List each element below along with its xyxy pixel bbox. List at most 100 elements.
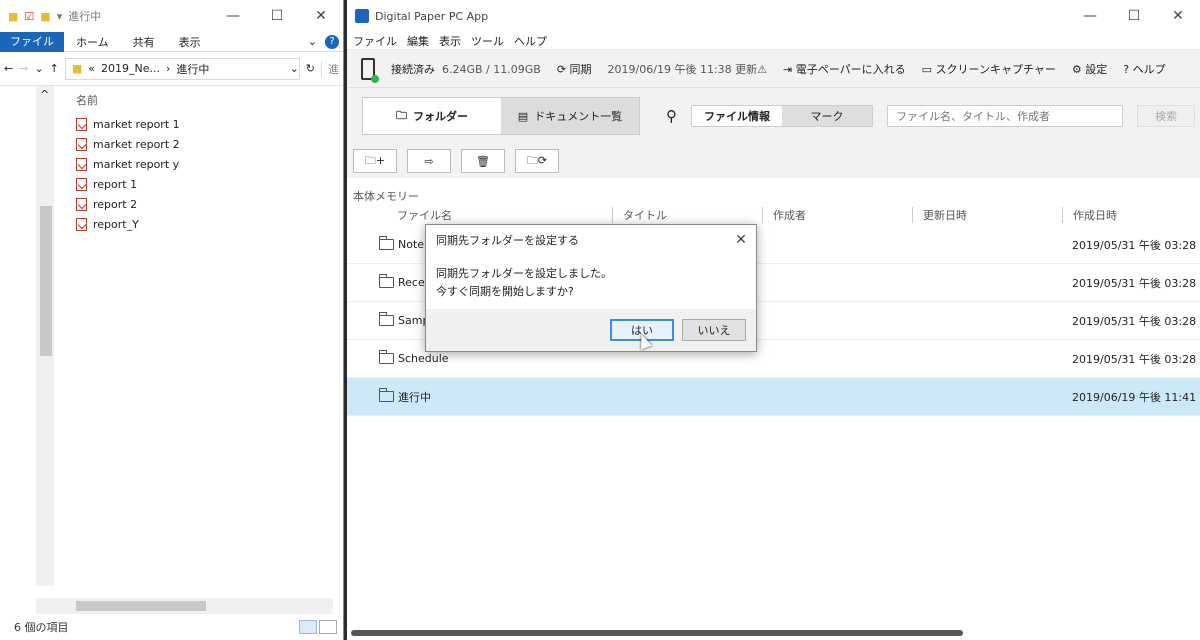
up-icon[interactable]: ↑ [50,62,59,75]
column-header-modified[interactable]: 更新日時 [912,207,1062,223]
chevron-down-icon[interactable]: ⌄ [308,35,317,48]
refresh-icon[interactable]: ↻ [306,62,315,75]
back-icon[interactable]: ← [4,62,13,75]
document-list-button[interactable]: ▤ ドキュメント一覧 [501,98,639,134]
app-icon [355,9,369,23]
scrollbar-thumb[interactable] [76,601,206,611]
dialog-message: 同期先フォルダーを設定しました。 今すぐ同期を開始しますか? [426,255,756,311]
tab-share[interactable]: 共有 [121,34,167,50]
menu-item[interactable]: 表示 [439,33,461,49]
tab-view[interactable]: 表示 [167,34,213,50]
sync-button[interactable]: ⟳ 同期 [557,61,592,77]
chevron-right-icon[interactable]: › [166,62,170,75]
pdf-icon [76,177,87,191]
no-button[interactable]: いいえ [682,319,746,341]
search-input[interactable]: 進 [321,60,339,77]
action-bar: 🗀+ ⇨ 🗑 🗀⟳ [347,144,1200,178]
file-name: market report y [93,157,180,171]
scrollbar-thumb[interactable] [40,206,52,356]
address-bar[interactable]: ■ « 2019_Ne... › 進行中 ⌄ [64,57,300,80]
breadcrumb-parent[interactable]: 2019_Ne... [101,62,160,75]
column-header-created[interactable]: 作成日時 [1062,207,1117,223]
item-count: 6 個の項目 [14,621,69,634]
ribbon: ファイル ホーム 共有 表示 ⌄ ? [0,31,343,52]
search-button[interactable]: 検索 [1137,105,1195,127]
created-date: 2019/05/31 午後 03:28 [1072,314,1197,328]
column-header-name[interactable]: 名前 [60,86,343,114]
tab-home[interactable]: ホーム [64,34,121,50]
menu-item[interactable]: 編集 [407,33,429,49]
export-button[interactable]: ⇨ [407,149,451,173]
file-item[interactable]: market report y [60,154,343,174]
minimize-button[interactable]: — [211,8,255,24]
created-date: 2019/05/31 午後 03:28 [1072,238,1197,252]
address-bar-row: ← → ⌄ ↑ ■ « 2019_Ne... › 進行中 ⌄ ↻ 進 [0,52,343,86]
menu-item[interactable]: ヘルプ [514,33,547,49]
file-name: market report 1 [93,117,180,131]
overflow-indicator[interactable]: « [88,62,95,75]
sync-icon: ⟳ [556,62,567,76]
file-item[interactable]: market report 1 [60,114,343,134]
screen-icon: ▭ [921,62,933,76]
help-icon[interactable]: ? [325,34,339,49]
column-header-title[interactable]: タイトル [612,207,762,223]
folder-view-button[interactable]: 🗀 フォルダー [363,98,501,134]
search-scope-toggle: ファイル情報 マーク [691,105,873,127]
navigation-pane-scrollbar[interactable]: ^ [36,86,54,586]
delete-button[interactable]: 🗑 [461,149,505,173]
sync-folder-icon: 🗀⟳ [526,153,548,167]
maximize-button[interactable]: ☐ [1112,8,1156,24]
file-item[interactable]: report 2 [60,194,343,214]
chevron-down-icon[interactable]: ⌄ [290,62,299,75]
file-item[interactable]: report_Y [60,214,343,234]
details-view-icon[interactable] [299,620,317,634]
tab-file-info[interactable]: ファイル情報 [692,106,782,126]
help-button[interactable]: ? ヘルプ [1123,61,1165,77]
send-to-device-button[interactable]: ⇥ 電子ペーパーに入れる [783,61,906,77]
file-item[interactable]: market report 2 [60,134,343,154]
pdf-icon [76,197,87,211]
tab-mark[interactable]: マーク [782,106,872,126]
folder-name: Recei [398,276,428,289]
file-list: 名前 market report 1 market report 2 market … [60,86,343,586]
recent-icon[interactable]: ⌄ [34,62,43,75]
horizontal-scrollbar[interactable] [36,598,333,614]
column-header-author[interactable]: 作成者 [762,207,912,223]
sync-folder-button[interactable]: 🗀⟳ [515,149,559,173]
gear-icon: ⚙ [1071,62,1082,76]
search-input[interactable] [887,105,1123,127]
menu-item[interactable]: ツール [471,33,504,49]
pdf-icon [76,217,87,231]
file-name: market report 2 [93,137,180,151]
breadcrumb-current[interactable]: 進行中 [176,61,209,77]
tab-file[interactable]: ファイル [0,31,64,52]
new-folder-icon[interactable]: ■ [40,10,50,23]
column-header-filename[interactable]: ファイル名 [347,207,612,223]
folder-icon [379,388,394,402]
screen-capture-button[interactable]: ▭ スクリーンキャプチャー [922,61,1056,77]
close-icon[interactable]: ✕ [726,232,756,248]
dialog-message-line: 今すぐ同期を開始しますか? [436,285,574,298]
large-icons-view-icon[interactable] [319,620,337,634]
horizontal-scrollbar[interactable] [351,630,963,636]
settings-button[interactable]: ⚙ 設定 [1072,61,1107,77]
view-toolbar: 🗀フォルダー ▤ドキュメント一覧 ⚲ ファイル情報 マーク 検索 [347,88,1200,144]
menu-bar: ファイル 編集 表示 ツール ヘルプ [347,32,1200,50]
close-button[interactable]: ✕ [299,8,343,24]
folder-name: 進行中 [398,390,431,404]
table-header: ファイル名 タイトル 作成者 更新日時 作成日時 [347,204,1200,226]
file-item[interactable]: report 1 [60,174,343,194]
new-folder-icon: 🗀+ [364,153,386,167]
close-button[interactable]: ✕ [1156,8,1200,24]
sync-folder-dialog: 同期先フォルダーを設定する ✕ 同期先フォルダーを設定しました。 今すぐ同期を開… [425,224,757,352]
minimize-button[interactable]: — [1068,8,1112,24]
forward-icon[interactable]: → [19,62,28,75]
scroll-up-icon[interactable]: ^ [40,88,49,101]
table-row[interactable]: 進行中 2019/06/19 午後 11:41 [347,378,1200,416]
menu-item[interactable]: ファイル [353,33,397,49]
maximize-button[interactable]: ☐ [255,8,299,24]
folder-icon [379,236,394,250]
new-folder-button[interactable]: 🗀+ [353,149,397,173]
properties-icon[interactable]: ☑ [24,10,34,23]
dropdown-icon[interactable]: ▾ [57,10,63,23]
